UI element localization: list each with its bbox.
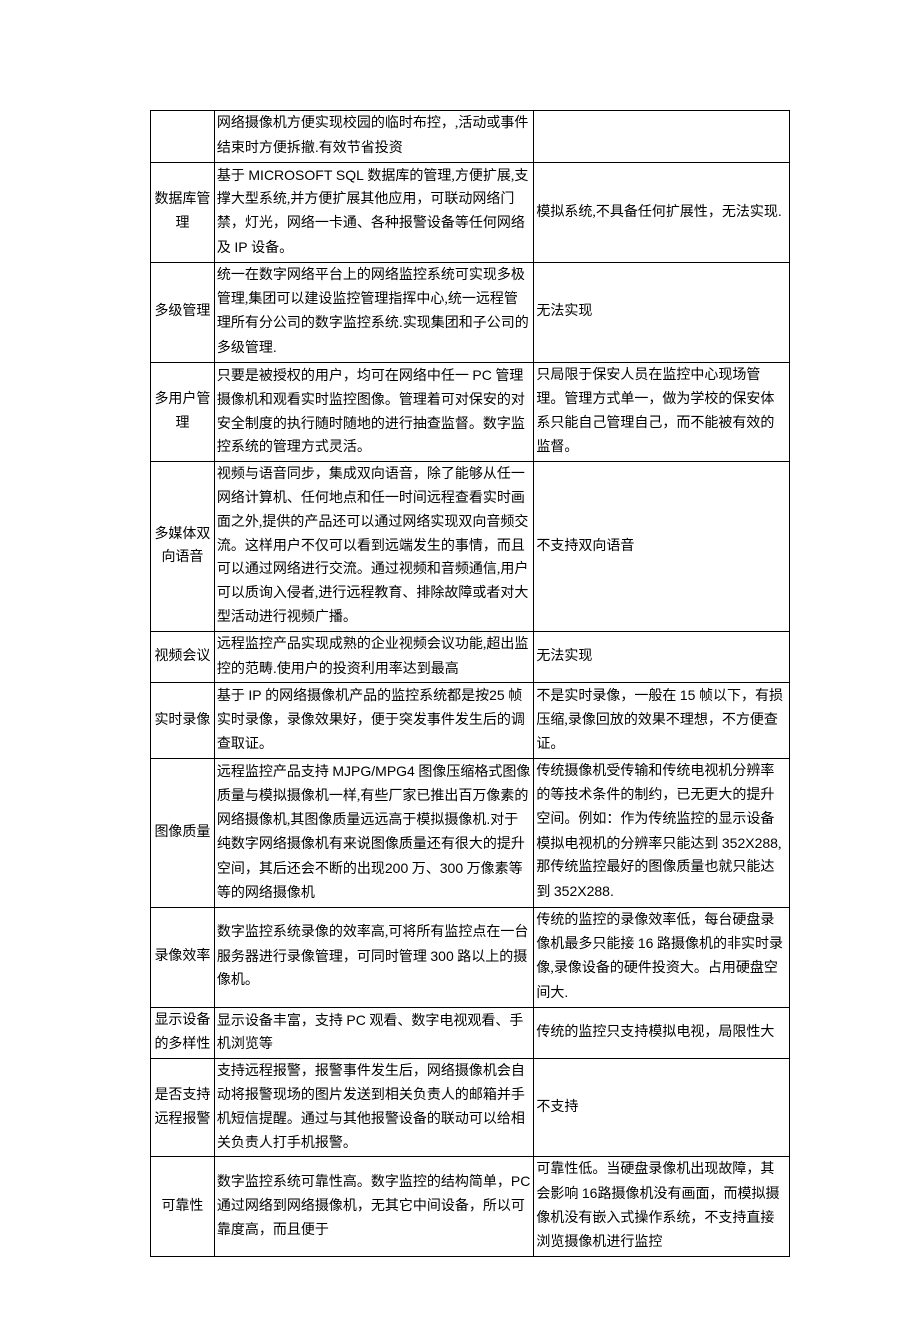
digital-system-cell: 统一在数字网络平台上的网络监控系统可实现多极管理,集团可以建设监控管理指挥中心,… xyxy=(214,262,534,362)
analog-system-cell: 模拟系统,不具备任何扩展性，无法实现. xyxy=(534,162,790,262)
analog-system-cell xyxy=(534,111,790,163)
table-row: 数据库管理基于 MICROSOFT SQL 数据库的管理,方便扩展,支撑大型系统… xyxy=(151,162,790,262)
table-row: 实时录像基于 IP 的网络摄像机产品的监控系统都是按25 帧实时录像，录像效果好… xyxy=(151,683,790,758)
digital-system-cell: 远程监控产品实现成熟的企业视频会议功能,超出监控的范畴.使用户的投资利用率达到最… xyxy=(214,631,534,683)
document-page: 网络摄像机方便实现校园的临时布控，,活动或事件结束时方便拆撤.有效节省投资数据库… xyxy=(0,0,920,1317)
digital-system-cell: 数字监控系统录像的效率高,可将所有监控点在一台服务器进行录像管理，可同时管理 3… xyxy=(214,907,534,1007)
digital-system-cell: 远程监控产品支持 MJPG/MPG4 图像压缩格式图像质量与模拟摄像机一样,有些… xyxy=(214,758,534,907)
digital-system-cell: 基于 MICROSOFT SQL 数据库的管理,方便扩展,支撑大型系统,并方便扩… xyxy=(214,162,534,262)
analog-system-cell: 不支持 xyxy=(534,1059,790,1157)
row-label xyxy=(151,111,215,163)
table-row: 显示设备的多样性显示设备丰富，支持 PC 观看、数字电视观看、手机浏览等传统的监… xyxy=(151,1007,790,1059)
row-label: 图像质量 xyxy=(151,758,215,907)
row-label: 视频会议 xyxy=(151,631,215,683)
table-row: 可靠性数字监控系统可靠性高。数字监控的结构简单，PC 通过网络到网络摄像机，无其… xyxy=(151,1157,790,1256)
row-label: 录像效率 xyxy=(151,907,215,1007)
row-label: 数据库管理 xyxy=(151,162,215,262)
comparison-table: 网络摄像机方便实现校园的临时布控，,活动或事件结束时方便拆撤.有效节省投资数据库… xyxy=(150,110,790,1257)
row-label: 实时录像 xyxy=(151,683,215,758)
table-row: 是否支持远程报警支持远程报警，报警事件发生后，网络摄像机会自动将报警现场的图片发… xyxy=(151,1059,790,1157)
row-label: 多级管理 xyxy=(151,262,215,362)
analog-system-cell: 传统的监控只支持模拟电视，局限性大 xyxy=(534,1007,790,1059)
analog-system-cell: 可靠性低。当硬盘录像机出现故障，其会影响 16路摄像机没有画面，而模拟摄像机没有… xyxy=(534,1157,790,1256)
digital-system-cell: 支持远程报警，报警事件发生后，网络摄像机会自动将报警现场的图片发送到相关负责人的… xyxy=(214,1059,534,1157)
table-row: 多媒体双向语音视频与语音同步，集成双向语音，除了能够从任一网络计算机、任何地点和… xyxy=(151,462,790,632)
row-label: 多用户管理 xyxy=(151,362,215,461)
row-label: 可靠性 xyxy=(151,1157,215,1256)
analog-system-cell: 无法实现 xyxy=(534,631,790,683)
table-row: 多级管理统一在数字网络平台上的网络监控系统可实现多极管理,集团可以建设监控管理指… xyxy=(151,262,790,362)
table-row: 视频会议远程监控产品实现成熟的企业视频会议功能,超出监控的范畴.使用户的投资利用… xyxy=(151,631,790,683)
analog-system-cell: 传统摄像机受传输和传统电视机分辨率的等技术条件的制约，已无更大的提升空间。例如：… xyxy=(534,758,790,907)
analog-system-cell: 不支持双向语音 xyxy=(534,462,790,632)
table-row: 多用户管理只要是被授权的用户，均可在网络中任一 PC 管理摄像机和观看实时监控图… xyxy=(151,362,790,461)
digital-system-cell: 数字监控系统可靠性高。数字监控的结构简单，PC 通过网络到网络摄像机，无其它中间… xyxy=(214,1157,534,1256)
row-label: 显示设备的多样性 xyxy=(151,1007,215,1059)
row-label: 多媒体双向语音 xyxy=(151,462,215,632)
table-row: 录像效率数字监控系统录像的效率高,可将所有监控点在一台服务器进行录像管理，可同时… xyxy=(151,907,790,1007)
table-row: 网络摄像机方便实现校园的临时布控，,活动或事件结束时方便拆撤.有效节省投资 xyxy=(151,111,790,163)
analog-system-cell: 不是实时录像，一般在 15 帧以下，有损压缩,录像回放的效果不理想，不方便查证。 xyxy=(534,683,790,758)
digital-system-cell: 显示设备丰富，支持 PC 观看、数字电视观看、手机浏览等 xyxy=(214,1007,534,1059)
table-row: 图像质量远程监控产品支持 MJPG/MPG4 图像压缩格式图像质量与模拟摄像机一… xyxy=(151,758,790,907)
digital-system-cell: 网络摄像机方便实现校园的临时布控，,活动或事件结束时方便拆撤.有效节省投资 xyxy=(214,111,534,163)
analog-system-cell: 只局限于保安人员在监控中心现场管理。管理方式单一，做为学校的保安体系只能自己管理… xyxy=(534,362,790,461)
digital-system-cell: 基于 IP 的网络摄像机产品的监控系统都是按25 帧实时录像，录像效果好，便于突… xyxy=(214,683,534,758)
row-label: 是否支持远程报警 xyxy=(151,1059,215,1157)
analog-system-cell: 无法实现 xyxy=(534,262,790,362)
digital-system-cell: 只要是被授权的用户，均可在网络中任一 PC 管理摄像机和观看实时监控图像。管理着… xyxy=(214,362,534,461)
analog-system-cell: 传统的监控的录像效率低，每台硬盘录像机最多只能接 16 路摄像机的非实时录像,录… xyxy=(534,907,790,1007)
digital-system-cell: 视频与语音同步，集成双向语音，除了能够从任一网络计算机、任何地点和任一时间远程查… xyxy=(214,462,534,632)
